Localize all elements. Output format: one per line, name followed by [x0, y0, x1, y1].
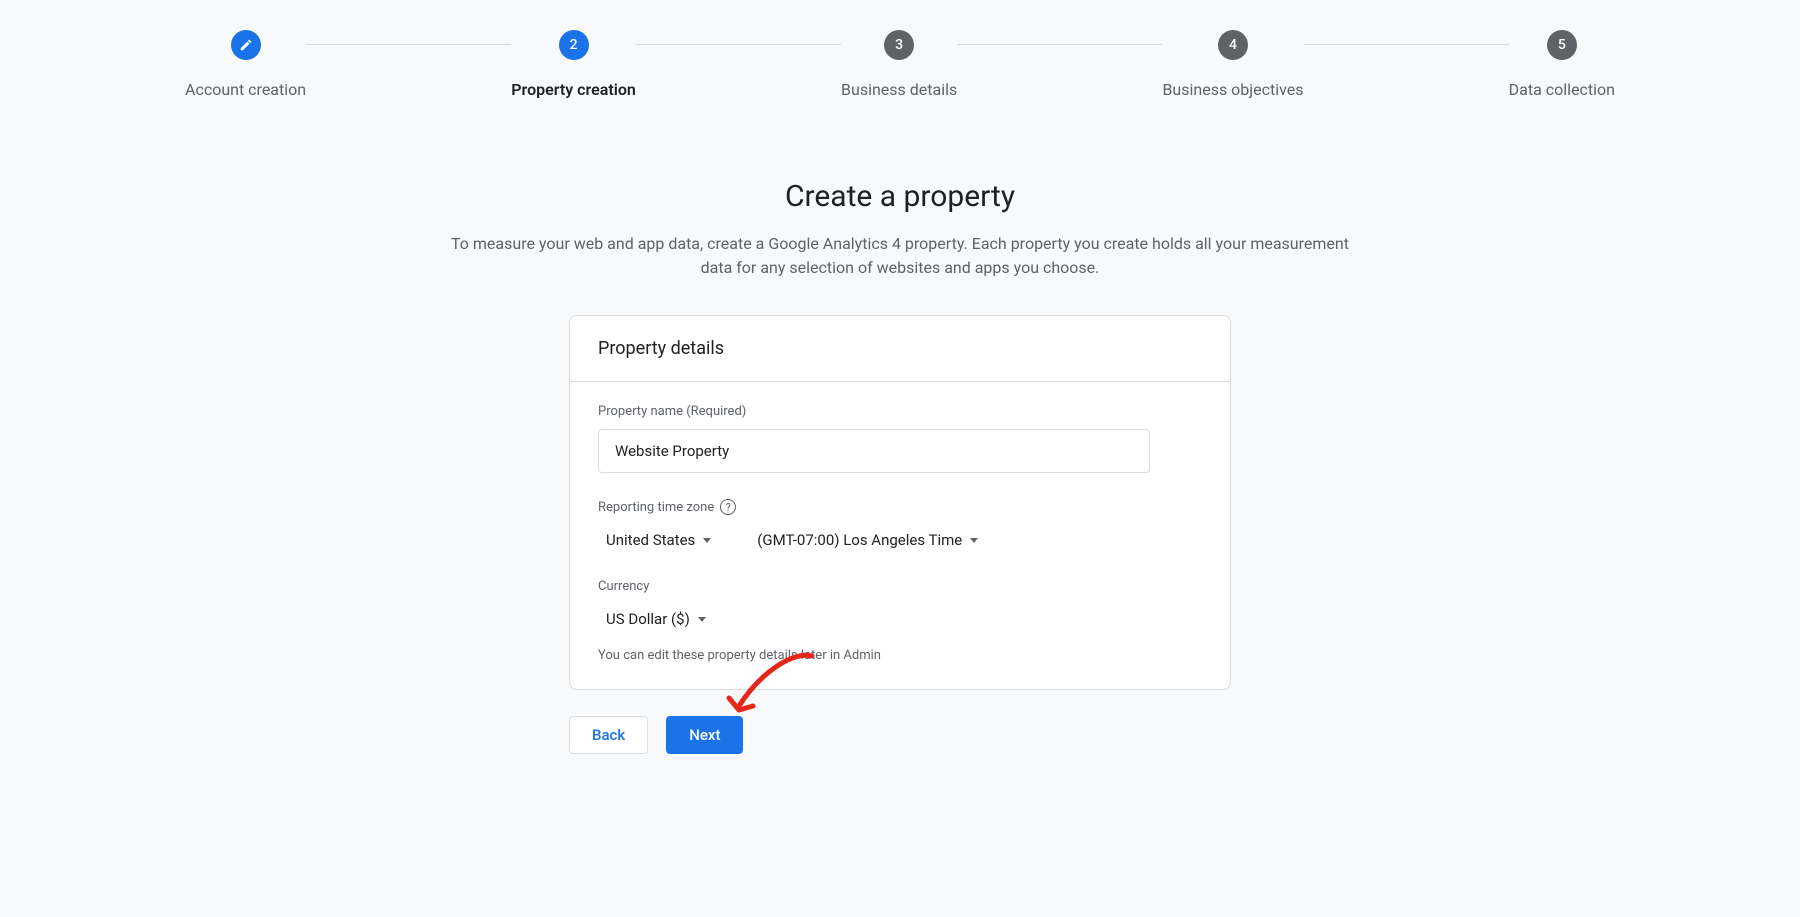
timezone-country-select[interactable]: United States — [598, 525, 719, 555]
step-connector — [636, 44, 841, 45]
hint-text: You can edit these property details late… — [598, 648, 1202, 663]
step-data-collection[interactable]: 5 Data collection — [1509, 30, 1615, 99]
help-icon[interactable]: ? — [720, 499, 736, 515]
step-label: Data collection — [1509, 80, 1615, 99]
chevron-down-icon — [698, 617, 706, 622]
property-details-card: Property details Property name (Required… — [569, 315, 1231, 690]
step-circle-todo: 4 — [1218, 30, 1248, 60]
step-business-details[interactable]: 3 Business details — [841, 30, 957, 99]
timezone-label-text: Reporting time zone — [598, 500, 714, 515]
page-title: Create a property — [450, 179, 1350, 214]
step-connector — [957, 44, 1162, 45]
button-row: Back Next — [569, 716, 1231, 754]
card-body: Property name (Required) Reporting time … — [570, 382, 1230, 689]
step-label: Business details — [841, 80, 957, 99]
step-connector — [1304, 44, 1509, 45]
stepper: Account creation 2 Property creation 3 B… — [185, 30, 1615, 99]
step-label: Business objectives — [1162, 80, 1303, 99]
currency-value: US Dollar ($) — [606, 610, 690, 628]
chevron-down-icon — [703, 538, 711, 543]
step-account-creation[interactable]: Account creation — [185, 30, 306, 99]
pencil-icon — [239, 38, 253, 52]
property-name-input[interactable] — [598, 429, 1150, 473]
timezone-label: Reporting time zone ? — [598, 499, 1202, 515]
back-button[interactable]: Back — [569, 716, 648, 754]
step-label: Property creation — [511, 80, 636, 99]
step-circle-todo: 3 — [884, 30, 914, 60]
step-connector — [306, 44, 511, 45]
page-description: To measure your web and app data, create… — [450, 232, 1350, 280]
currency-select[interactable]: US Dollar ($) — [598, 604, 714, 634]
currency-label: Currency — [598, 579, 1202, 594]
step-label: Account creation — [185, 80, 306, 99]
step-business-objectives[interactable]: 4 Business objectives — [1162, 30, 1303, 99]
step-circle-todo: 5 — [1547, 30, 1577, 60]
step-circle-done — [231, 30, 261, 60]
step-property-creation[interactable]: 2 Property creation — [511, 30, 636, 99]
timezone-tz-select[interactable]: (GMT-07:00) Los Angeles Time — [749, 525, 986, 555]
next-button[interactable]: Next — [666, 716, 743, 754]
timezone-tz-value: (GMT-07:00) Los Angeles Time — [757, 531, 962, 549]
step-circle-current: 2 — [559, 30, 589, 60]
page-header: Create a property To measure your web an… — [450, 129, 1350, 280]
card-title: Property details — [570, 316, 1230, 382]
chevron-down-icon — [970, 538, 978, 543]
property-name-label: Property name (Required) — [598, 404, 1202, 419]
timezone-country-value: United States — [606, 531, 695, 549]
